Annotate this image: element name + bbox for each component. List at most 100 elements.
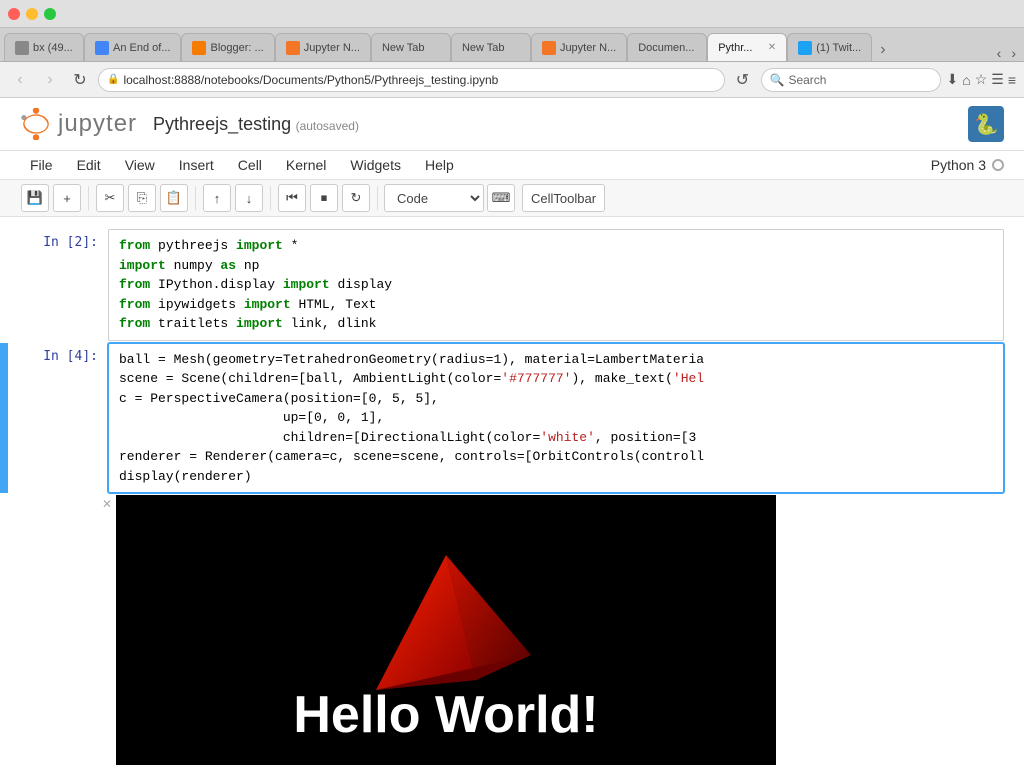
- save-button[interactable]: 💾: [21, 184, 49, 212]
- cell-code: from pythreejs import * import numpy as …: [109, 230, 1003, 340]
- menu-icon[interactable]: ≡: [1008, 72, 1016, 88]
- run-prev-button[interactable]: ⏮: [278, 184, 306, 212]
- address-bar[interactable]: 🔒 localhost:8888/notebooks/Documents/Pyt…: [98, 68, 725, 92]
- tab-favicon: [798, 41, 812, 55]
- jupyter-header: jupyter Pythreejs_testing (autosaved) 🐍: [0, 98, 1024, 151]
- threejs-widget[interactable]: Hello World!: [116, 495, 776, 765]
- tab-favicon: [286, 41, 300, 55]
- menu-insert[interactable]: Insert: [169, 151, 224, 179]
- tab-newtab2[interactable]: New Tab: [451, 33, 531, 61]
- menu-edit[interactable]: Edit: [67, 151, 111, 179]
- kernel-indicator: [992, 159, 1004, 171]
- menu-kernel[interactable]: Kernel: [276, 151, 336, 179]
- browser-toolbar: ‹ › ↻ 🔒 localhost:8888/notebooks/Documen…: [0, 62, 1024, 98]
- celltoolbar-button[interactable]: CellToolbar: [522, 184, 605, 212]
- home-icon[interactable]: ⌂: [962, 72, 970, 88]
- tab-favicon: [15, 41, 29, 55]
- run-button[interactable]: ↻: [342, 184, 370, 212]
- hello-world-text: Hello World!: [116, 685, 776, 745]
- cut-button[interactable]: ✂: [96, 184, 124, 212]
- jupyter-logo: jupyter: [20, 108, 137, 140]
- tab-favicon: [192, 41, 206, 55]
- search-placeholder: Search: [788, 73, 826, 87]
- bookmark-icon[interactable]: ☆: [975, 71, 988, 88]
- menu-help[interactable]: Help: [415, 151, 464, 179]
- stop-button[interactable]: ⏹: [310, 184, 338, 212]
- maximize-button[interactable]: [44, 8, 56, 20]
- cell-4: In [4]: ball = Mesh(geometry=Tetrahedron…: [0, 343, 1024, 494]
- jupyter-main: jupyter Pythreejs_testing (autosaved) 🐍 …: [0, 98, 1024, 780]
- toolbar-separator-4: [377, 186, 378, 210]
- tab-documen[interactable]: Documen...: [627, 33, 707, 61]
- tab-bx[interactable]: bx (49...: [4, 33, 84, 61]
- tab-jupyter2[interactable]: Jupyter N...: [531, 33, 627, 61]
- tab-favicon: [542, 41, 556, 55]
- jupyter-logo-svg: [20, 108, 52, 140]
- output-container: ✕: [0, 495, 1024, 765]
- close-button[interactable]: [8, 8, 20, 20]
- reload-button[interactable]: ↺: [731, 68, 755, 92]
- search-box[interactable]: 🔍 Search: [761, 68, 941, 92]
- kernel-name: Python 3: [931, 157, 986, 173]
- minimize-button[interactable]: [26, 8, 38, 20]
- tab-close-icon[interactable]: ✕: [768, 42, 776, 53]
- output-prompt-spacer: [0, 495, 108, 765]
- output-close-button[interactable]: ✕: [102, 497, 112, 511]
- tabs-nav-prev[interactable]: ‹: [993, 45, 1006, 61]
- notebook-title-area: Pythreejs_testing (autosaved): [153, 114, 359, 135]
- keyboard-shortcut-button[interactable]: ⌨: [487, 184, 515, 212]
- menu-view[interactable]: View: [115, 151, 165, 179]
- search-icon: 🔍: [770, 73, 785, 87]
- kernel-status: Python 3: [931, 157, 1004, 173]
- output-area: ✕: [116, 495, 776, 765]
- copy-button[interactable]: ⎘: [128, 184, 156, 212]
- lock-icon: 🔒: [107, 74, 119, 85]
- cell-code-4: ball = Mesh(geometry=TetrahedronGeometry…: [109, 344, 1003, 493]
- tab-anendof[interactable]: An End of...: [84, 33, 181, 61]
- notebook-content: In [2]: from pythreejs import * import n…: [0, 217, 1024, 779]
- toolbar-separator-1: [88, 186, 89, 210]
- cell-body-4[interactable]: ball = Mesh(geometry=TetrahedronGeometry…: [108, 343, 1004, 494]
- tab-twitter[interactable]: (1) Twit...: [787, 33, 872, 61]
- new-tab-button[interactable]: ›: [872, 41, 893, 59]
- add-cell-button[interactable]: +: [53, 184, 81, 212]
- tab-jupyter1[interactable]: Jupyter N...: [275, 33, 371, 61]
- cell-prompt-4: In [4]:: [8, 343, 108, 494]
- download-icon[interactable]: ⬇: [947, 71, 959, 88]
- toolbar-separator-2: [195, 186, 196, 210]
- cell-type-select[interactable]: Code Markdown Raw: [384, 184, 484, 212]
- menu-file[interactable]: File: [20, 151, 63, 179]
- browser-window: bx (49... An End of... Blogger: ... Jupy…: [0, 0, 1024, 780]
- paste-button[interactable]: 📋: [160, 184, 188, 212]
- jupyter-menubar: File Edit View Insert Cell Kernel Widget…: [0, 151, 1024, 180]
- notebook-title: Pythreejs_testing: [153, 114, 291, 134]
- toolbar-separator-3: [270, 186, 271, 210]
- autosaved-label: (autosaved): [296, 119, 359, 133]
- tabs-nav-next[interactable]: ›: [1007, 45, 1020, 61]
- cell-body[interactable]: from pythreejs import * import numpy as …: [108, 229, 1004, 341]
- refresh-button[interactable]: ↻: [68, 68, 92, 92]
- tab-newtab1[interactable]: New Tab: [371, 33, 451, 61]
- python-badge: 🐍: [968, 106, 1004, 142]
- bookmark-list-icon[interactable]: ☰: [991, 71, 1004, 88]
- tab-blogger[interactable]: Blogger: ...: [181, 33, 274, 61]
- jupyter-logo-text: jupyter: [58, 110, 137, 138]
- tab-pythr[interactable]: Pythr... ✕: [707, 33, 787, 61]
- tabs-bar: bx (49... An End of... Blogger: ... Jupy…: [0, 28, 1024, 62]
- window-controls: [8, 8, 56, 20]
- titlebar: [0, 0, 1024, 28]
- cell-left-bar: [0, 229, 8, 341]
- move-down-button[interactable]: ↓: [235, 184, 263, 212]
- url-text: localhost:8888/notebooks/Documents/Pytho…: [123, 73, 498, 87]
- forward-button[interactable]: ›: [38, 68, 62, 92]
- move-up-button[interactable]: ↑: [203, 184, 231, 212]
- browser-toolbar-icons: ⬇ ⌂ ☆ ☰ ≡: [947, 71, 1017, 88]
- cell-prompt: In [2]:: [8, 229, 108, 341]
- cell-2: In [2]: from pythreejs import * import n…: [0, 229, 1024, 341]
- jupyter-toolbar: 💾 + ✂ ⎘ 📋 ↑ ↓ ⏮ ⏹ ↻ Code Markdown Raw ⌨ …: [0, 180, 1024, 217]
- menu-cell[interactable]: Cell: [228, 151, 272, 179]
- back-button[interactable]: ‹: [8, 68, 32, 92]
- tab-favicon: [95, 41, 109, 55]
- menu-widgets[interactable]: Widgets: [340, 151, 411, 179]
- tabs-nav: ‹ ›: [993, 45, 1020, 61]
